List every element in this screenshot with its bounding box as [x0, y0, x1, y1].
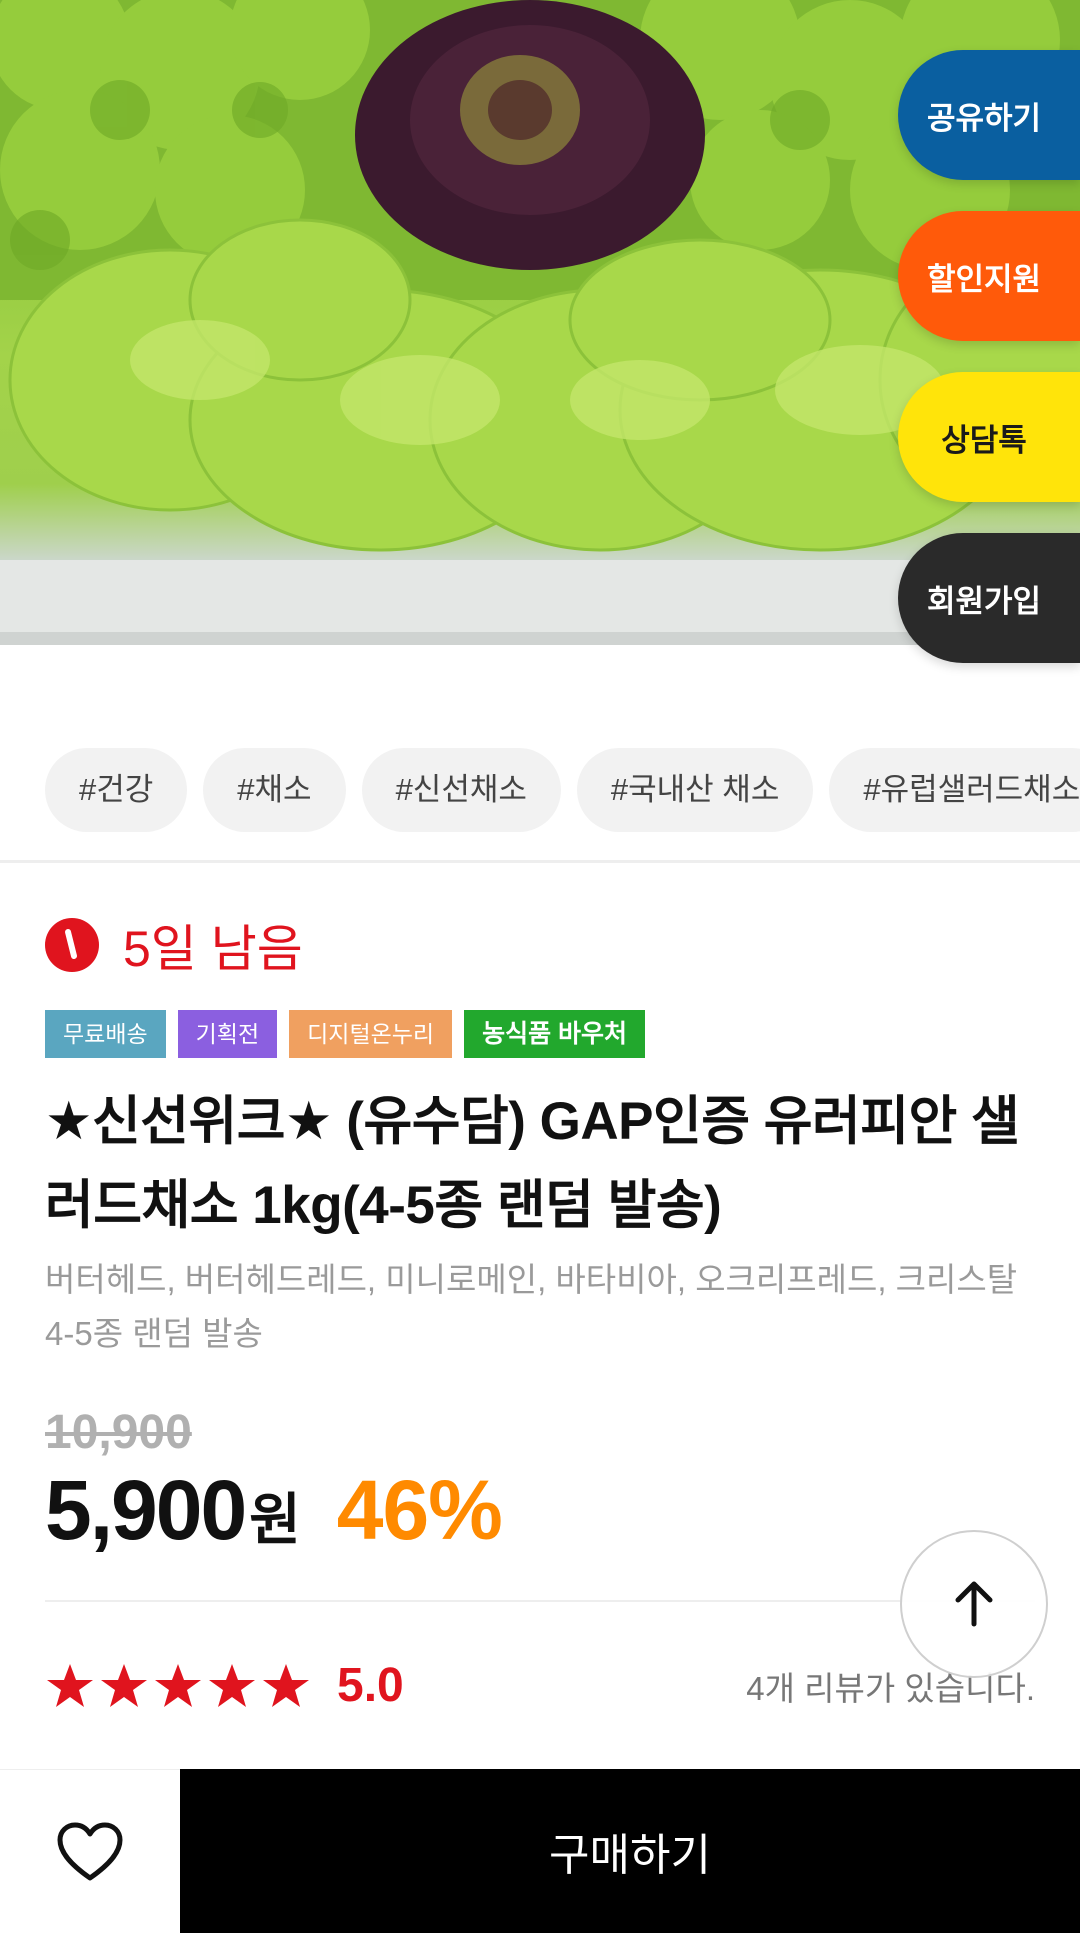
section-divider — [45, 1600, 1035, 1602]
bottom-action-bar: 구매하기 — [0, 1769, 1080, 1939]
free-shipping-badge: 무료배송 — [45, 1010, 166, 1058]
exhibition-badge: 기획전 — [177, 1010, 278, 1058]
share-button[interactable]: 공유하기 — [898, 50, 1080, 180]
badge-list: 무료배송 기획전 디지털온누리 농식품 바우처 — [45, 1010, 646, 1058]
buy-button[interactable]: 구매하기 — [180, 1769, 1080, 1933]
original-price: 10,900 — [45, 1406, 192, 1459]
clock-icon — [45, 918, 99, 972]
hashtag-chip[interactable]: #유럽샐러드채소 — [829, 748, 1080, 832]
digital-onnuri-badge: 디지털온누리 — [289, 1010, 453, 1058]
price-row: 5,900 원 46% — [45, 1462, 503, 1559]
discount-support-button[interactable]: 할인지원 — [898, 211, 1080, 341]
star-icon — [47, 1663, 93, 1707]
section-divider — [0, 860, 1080, 863]
star-icon — [155, 1663, 201, 1707]
star-icon — [263, 1663, 309, 1707]
discount-rate: 46% — [336, 1463, 503, 1557]
hashtag-list: #건강 #채소 #신선채소 #국내산 채소 #유럽샐러드채소 — [45, 748, 1080, 832]
star-icon — [101, 1663, 147, 1707]
wishlist-button[interactable] — [0, 1769, 180, 1933]
heart-icon — [57, 1822, 123, 1880]
sign-up-button[interactable]: 회원가입 — [898, 533, 1080, 663]
scroll-top-button[interactable] — [900, 1530, 1048, 1678]
hashtag-chip[interactable]: #신선채소 — [361, 748, 561, 832]
hashtag-chip[interactable]: #건강 — [45, 748, 188, 832]
star-icon — [209, 1663, 255, 1707]
hashtag-chip[interactable]: #채소 — [203, 748, 346, 832]
rating-summary: 5.0 — [45, 1658, 404, 1713]
product-subtitle: 버터헤드, 버터헤드레드, 미니로메인, 바타비아, 오크리프레드, 크리스탈 … — [45, 1261, 1018, 1352]
chat-consult-button[interactable]: 상담톡 — [898, 372, 1080, 502]
star-rating — [45, 1661, 311, 1711]
hashtag-chip[interactable]: #국내산 채소 — [576, 748, 814, 832]
voucher-badge: 농식품 바우처 — [464, 1010, 646, 1058]
product-title: ★신선위크★ (유수담) GAP인증 유러피안 샐러드채소 1kg(4-5종 랜… — [45, 1092, 1020, 1235]
sale-price: 5,900 — [45, 1463, 247, 1557]
deadline-countdown: 5일 남음 — [45, 915, 303, 977]
currency-unit: 원 — [249, 1488, 301, 1551]
countdown-text: 5일 남음 — [123, 921, 303, 977]
arrow-up-icon — [955, 1581, 993, 1627]
rating-value: 5.0 — [337, 1659, 404, 1712]
